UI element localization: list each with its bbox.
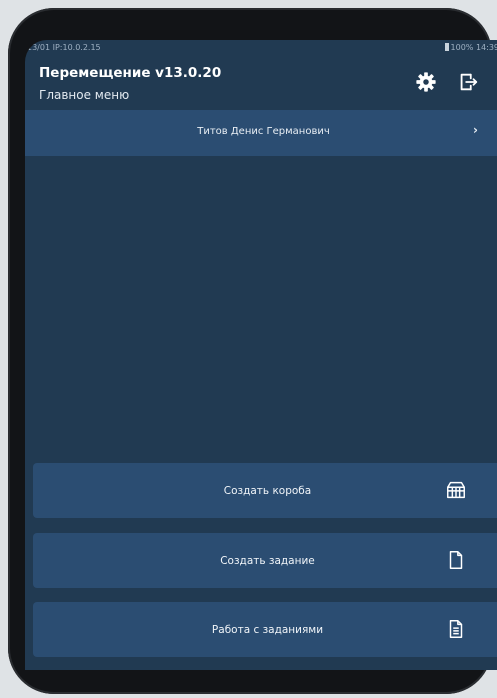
status-time: 100% 14:39 xyxy=(450,43,497,52)
app-title: Перемещение v13.0.20 xyxy=(39,65,222,81)
status-bar: 13/01 IP:10.0.2.15 100% 14:39 xyxy=(25,40,497,56)
user-row[interactable]: Титов Денис Германович › xyxy=(25,110,497,156)
chevron-right-icon: › xyxy=(473,123,478,137)
logout-icon[interactable] xyxy=(457,71,479,93)
user-name: Титов Денис Германович xyxy=(197,126,330,137)
battery-icon xyxy=(444,43,449,51)
page-subtitle: Главное меню xyxy=(39,88,130,102)
create-boxes-label: Создать короба xyxy=(223,485,312,497)
gear-icon[interactable] xyxy=(415,71,437,93)
app-screen: 13/01 IP:10.0.2.15 100% 14:39 Перемещени… xyxy=(25,40,497,670)
tasks-work-label: Работа с заданиями xyxy=(211,624,324,636)
box-icon xyxy=(447,481,465,499)
status-battery-time: 100% 14:39 xyxy=(444,40,497,56)
document-icon xyxy=(449,551,463,569)
tasks-work-button[interactable]: Работа с заданиями xyxy=(33,602,497,657)
status-ip: 13/01 IP:10.0.2.15 xyxy=(27,43,101,52)
create-task-label: Создать задание xyxy=(220,555,315,567)
app-header: Перемещение v13.0.20 Главное меню xyxy=(25,56,497,112)
document-lines-icon xyxy=(449,620,463,638)
create-task-button[interactable]: Создать задание xyxy=(33,533,497,588)
create-boxes-button[interactable]: Создать короба xyxy=(33,463,497,518)
